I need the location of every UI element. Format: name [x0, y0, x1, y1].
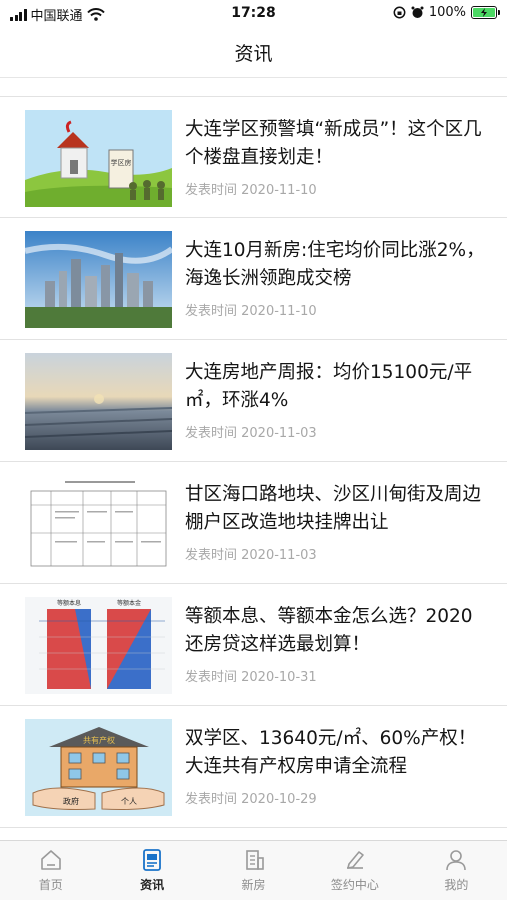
article-item[interactable]: 大连房地产周报：均价15100元/平㎡，环涨4% 发表时间 2020-11-03 [0, 340, 507, 462]
article-date: 发表时间 2020-10-29 [185, 792, 317, 807]
nav-bar: 资讯 [0, 28, 507, 78]
page-title: 资讯 [234, 43, 273, 65]
article-item[interactable]: 等额本息 等额本金 等额本息、等额本金怎么选？2020还房贷这样选最划算！ 发表… [0, 584, 507, 706]
tab-profile[interactable]: 我的 [406, 841, 507, 900]
tab-home[interactable]: 首页 [0, 841, 101, 900]
sign-icon [346, 851, 364, 869]
article-date: 发表时间 2020-11-03 [185, 548, 317, 563]
article-title: 双学区、13640元/㎡、60%产权！大连共有产权房申请全流程 [185, 728, 477, 777]
article-thumbnail [25, 475, 172, 572]
article-item[interactable]: 学区房 大连学区预警填“新成员”！这个区几个楼盘直接划走！ 发表时间 2020-… [0, 96, 507, 218]
home-icon [40, 850, 61, 870]
tab-new-homes-label: 新房 [241, 878, 266, 892]
house-sign-text: 学区房 [111, 158, 132, 167]
article-title: 甘区海口路地块、沙区川甸街及周边棚户区改造地块挂牌出让 [185, 484, 482, 533]
chart-left-label: 等额本息 [57, 599, 81, 607]
building-icon [245, 850, 264, 870]
tab-profile-label: 我的 [444, 878, 469, 892]
tab-home-label: 首页 [38, 878, 63, 892]
status-bar: 中国联通 17:28 100% [0, 0, 507, 28]
chart-right-label: 等额本金 [117, 599, 141, 607]
battery-icon [471, 6, 500, 19]
article-item[interactable]: 共有产权 政府 个人 双学区、13640元/㎡、60%产权！大连共有产权房申请全… [0, 706, 507, 828]
article-title: 大连学区预警填“新成员”！这个区几个楼盘直接划走！ [185, 119, 482, 168]
user-icon [446, 850, 467, 871]
article-list: 学区房 大连学区预警填“新成员”！这个区几个楼盘直接划走！ 发表时间 2020-… [0, 96, 507, 828]
tab-sign-center-label: 签约中心 [330, 878, 379, 892]
article-thumbnail: 等额本息 等额本金 [25, 597, 172, 694]
news-icon [143, 849, 162, 871]
article-title: 大连房地产周报：均价15100元/平㎡，环涨4% [185, 362, 473, 411]
article-date: 发表时间 2020-11-10 [185, 183, 317, 198]
article-thumbnail: 学区房 [25, 110, 172, 207]
article-thumbnail [25, 353, 172, 450]
article-title: 大连10月新房:住宅均价同比涨2%，海逸长洲领跑成交榜 [185, 240, 485, 289]
hand-left-text: 政府 [63, 796, 79, 806]
article-item[interactable]: 大连10月新房:住宅均价同比涨2%，海逸长洲领跑成交榜 发表时间 2020-11… [0, 218, 507, 340]
article-thumbnail: 共有产权 政府 个人 [25, 719, 172, 816]
article-date: 发表时间 2020-10-31 [185, 670, 317, 685]
article-date: 发表时间 2020-11-10 [185, 304, 317, 319]
article-thumbnail [25, 231, 172, 328]
article-item[interactable]: 甘区海口路地块、沙区川甸街及周边棚户区改造地块挂牌出让 发表时间 2020-11… [0, 462, 507, 584]
tab-news[interactable]: 资讯 [101, 841, 202, 900]
alarm-icon [411, 6, 424, 18]
article-date: 发表时间 2020-11-03 [185, 426, 317, 441]
hand-right-text: 个人 [121, 797, 137, 806]
orientation-lock-icon [393, 6, 406, 19]
shared-house-text: 共有产权 [83, 735, 115, 745]
tab-sign-center[interactable]: 签约中心 [304, 841, 405, 900]
tab-news-label: 资讯 [140, 878, 165, 892]
battery-percent: 100% [428, 5, 466, 20]
tab-bar: 首页 资讯 新房 签约中心 我的 [0, 840, 507, 900]
tab-new-homes[interactable]: 新房 [203, 841, 304, 900]
article-title: 等额本息、等额本金怎么选？2020还房贷这样选最划算！ [185, 606, 473, 655]
